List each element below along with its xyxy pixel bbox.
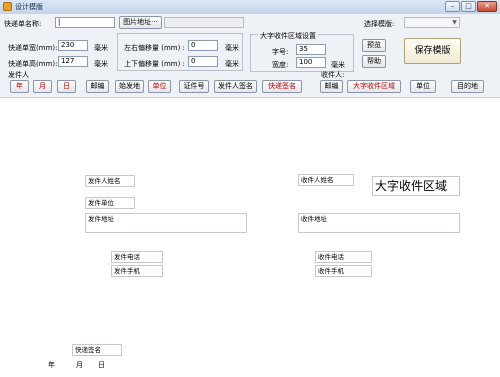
big-width-unit: 毫米 <box>331 61 345 69</box>
big-receiver-area-box[interactable]: 大字收件区域 <box>372 176 460 196</box>
receiver-postcode-button[interactable]: 邮编 <box>320 80 343 93</box>
id-number-button[interactable]: 证件号 <box>179 80 209 93</box>
tracking-name-label: 快递单名称: <box>4 20 42 28</box>
sender-signature-button[interactable]: 发件人签名 <box>214 80 257 93</box>
receiver-address-box[interactable]: 收件地址 <box>298 213 460 233</box>
chevron-down-icon[interactable]: ▼ <box>451 19 458 26</box>
receiver-phone-box[interactable]: 收件电话 <box>315 251 372 263</box>
sender-company-button[interactable]: 单位 <box>148 80 171 93</box>
settings-panel: 快递单名称: | 图片地址··· 选择模版: ▼ 快递单宽(mm): 230 毫… <box>0 14 500 98</box>
courier-signature-box[interactable]: 快递签名 <box>72 344 122 356</box>
title-bar: 设计模版 – □ ✕ <box>0 0 500 15</box>
sender-company-box[interactable]: 发件单位 <box>85 197 135 209</box>
app-icon <box>3 2 12 11</box>
width-unit: 毫米 <box>94 44 108 52</box>
width-label: 快递单宽(mm): <box>8 44 58 52</box>
sender-address-box[interactable]: 发件地址 <box>85 213 247 233</box>
font-size-label: 字号: <box>272 48 289 56</box>
font-size-input[interactable]: 35 <box>296 44 326 55</box>
maximize-icon[interactable]: □ <box>461 1 476 12</box>
ud-offset-input[interactable]: 0 <box>188 56 218 67</box>
big-area-legend: 大字收件区域设置 <box>258 31 318 41</box>
tracking-name-input[interactable]: | <box>55 17 115 28</box>
month-field[interactable]: 月 <box>76 360 83 370</box>
day-field[interactable]: 日 <box>98 360 105 370</box>
close-icon[interactable]: ✕ <box>477 1 497 12</box>
sender-day-button[interactable]: 日 <box>57 80 76 93</box>
lr-offset-unit: 毫米 <box>225 44 239 52</box>
receiver-section-label: 收件人: <box>321 71 345 79</box>
window-title: 设计模版 <box>15 3 43 11</box>
sender-name-box[interactable]: 发件人姓名 <box>85 175 135 187</box>
width-input[interactable]: 230 <box>58 40 88 51</box>
height-unit: 毫米 <box>94 60 108 68</box>
ud-offset-unit: 毫米 <box>225 60 239 68</box>
year-field[interactable]: 年 <box>48 360 55 370</box>
height-label: 快递单高(mm): <box>8 60 58 68</box>
origin-button[interactable]: 始发地 <box>115 80 144 93</box>
sender-year-button[interactable]: 年 <box>10 80 29 93</box>
big-width-input[interactable]: 100 <box>296 57 326 68</box>
sender-postcode-button[interactable]: 邮编 <box>86 80 109 93</box>
destination-button[interactable]: 目的地 <box>451 80 484 93</box>
design-canvas[interactable]: 发件人姓名 发件单位 发件地址 发件电话 发件手机 收件人姓名 大字收件区域 收… <box>0 98 500 377</box>
help-button[interactable]: 帮助 <box>362 55 386 68</box>
receiver-name-box[interactable]: 收件人姓名 <box>298 174 354 186</box>
lr-offset-label: 左右偏移量 (mm) : <box>124 44 185 52</box>
preview-button[interactable]: 预览 <box>362 39 386 52</box>
template-select[interactable]: ▼ <box>404 17 460 28</box>
big-width-label: 宽度: <box>272 61 289 69</box>
sender-month-button[interactable]: 月 <box>33 80 52 93</box>
image-address-field <box>164 17 244 28</box>
height-input[interactable]: 127 <box>58 56 88 67</box>
sender-section-label: 发件人 <box>8 71 29 79</box>
save-template-button[interactable]: 保存模版 <box>404 38 461 64</box>
lr-offset-input[interactable]: 0 <box>188 40 218 51</box>
courier-signature-button[interactable]: 快递签名 <box>262 80 302 93</box>
sender-mobile-box[interactable]: 发件手机 <box>111 265 163 277</box>
minimize-icon[interactable]: – <box>445 1 460 12</box>
ud-offset-label: 上下偏移量 (mm) : <box>124 60 185 68</box>
receiver-mobile-box[interactable]: 收件手机 <box>315 265 372 277</box>
big-receiver-area-button[interactable]: 大字收件区域 <box>347 80 401 93</box>
sender-phone-box[interactable]: 发件电话 <box>111 251 163 263</box>
image-address-button[interactable]: 图片地址··· <box>119 16 162 29</box>
select-template-label: 选择模版: <box>364 20 395 28</box>
receiver-company-button[interactable]: 单位 <box>410 80 436 93</box>
